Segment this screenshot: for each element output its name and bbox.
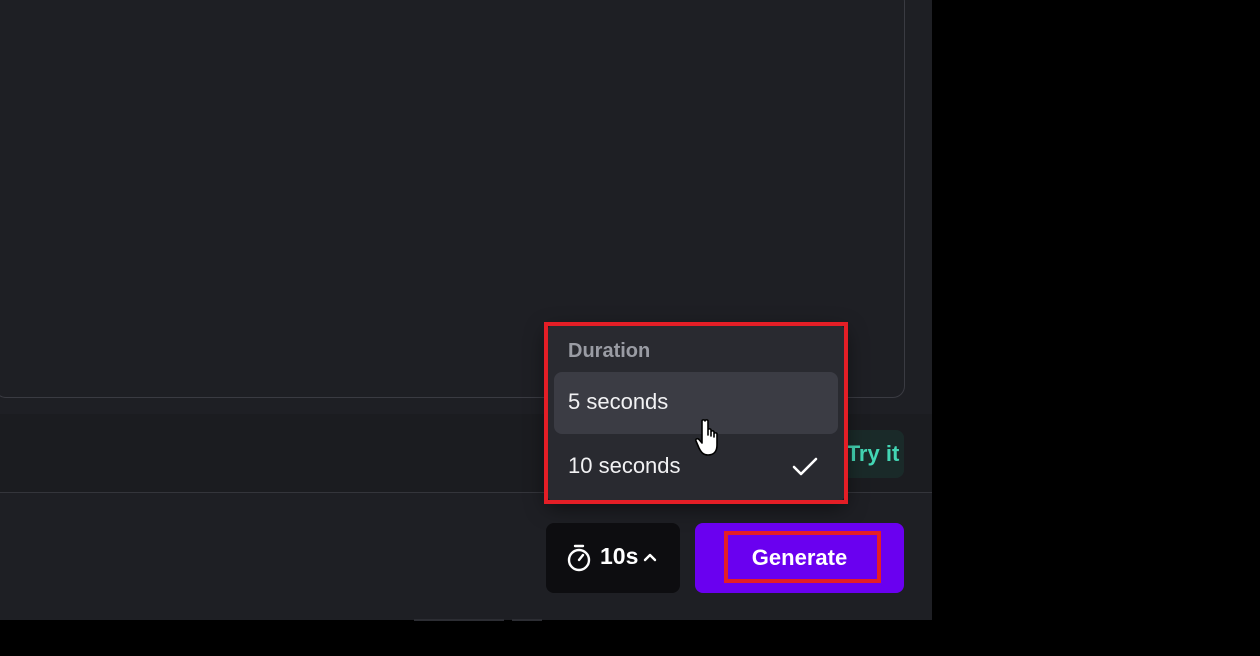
check-icon (792, 457, 818, 476)
bottom-divider-mark (512, 619, 542, 621)
duration-menu-header: Duration (568, 340, 651, 362)
letterbox-right (932, 0, 1260, 656)
duration-option-5-seconds[interactable]: 5 seconds (554, 372, 838, 434)
stopwatch-icon (567, 544, 591, 572)
duration-option-label: 10 seconds (568, 453, 681, 478)
duration-selector-button[interactable]: 10s (546, 523, 680, 593)
duration-value: 10s (600, 543, 639, 569)
duration-option-10-seconds[interactable]: 10 seconds (554, 436, 838, 498)
duration-dropdown-menu: Duration 5 seconds 10 seconds (546, 324, 846, 502)
letterbox-bottom (0, 620, 1260, 656)
generate-button-label: Generate (751, 545, 848, 570)
chevron-up-icon (643, 553, 657, 562)
bottom-divider-mark (414, 619, 504, 621)
generate-button[interactable]: Generate (695, 523, 904, 593)
try-it-label: Try it (846, 441, 900, 466)
video-generator-panel: Try it Duration 5 seconds 10 seconds 10s… (0, 0, 932, 620)
duration-option-label: 5 seconds (568, 389, 669, 414)
